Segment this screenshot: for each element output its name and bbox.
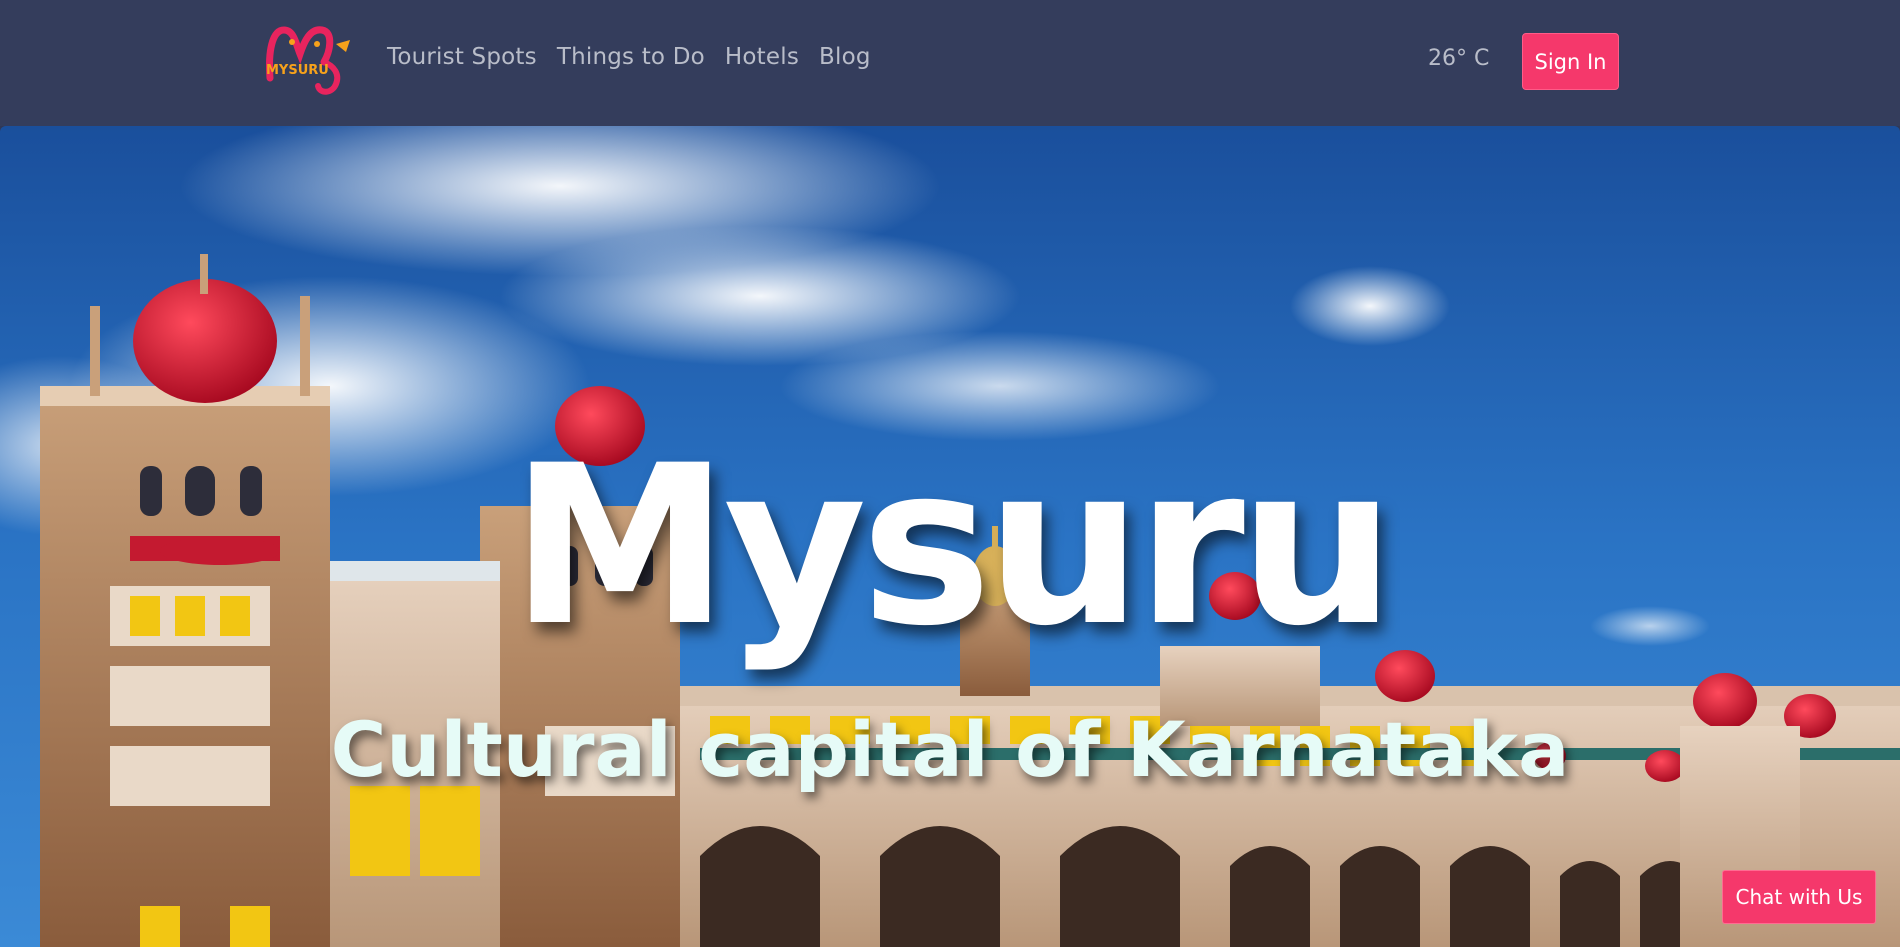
top-navbar: MYSURU Tourist Spots Things to Do Hotels… bbox=[0, 0, 1900, 126]
nav-link-blog[interactable]: Blog bbox=[819, 44, 871, 70]
hero-subtitle: Cultural capital of Karnataka bbox=[330, 705, 1570, 794]
sign-in-button[interactable]: Sign In bbox=[1522, 33, 1619, 90]
hero-section: Mysuru Cultural capital of Karnataka bbox=[0, 126, 1900, 947]
nav-link-tourist-spots[interactable]: Tourist Spots bbox=[387, 44, 537, 70]
nav-link-hotels[interactable]: Hotels bbox=[725, 44, 799, 70]
logo-text: MYSURU bbox=[266, 63, 329, 78]
nav-link-things-to-do[interactable]: Things to Do bbox=[557, 44, 705, 70]
main-nav: Tourist Spots Things to Do Hotels Blog bbox=[387, 44, 871, 70]
logo-graphic: MYSURU bbox=[266, 26, 350, 95]
hero-title: Mysuru bbox=[510, 418, 1395, 674]
chat-with-us-button[interactable]: Chat with Us bbox=[1722, 870, 1876, 924]
temperature-readout: 26° C bbox=[1428, 46, 1490, 71]
mysuru-logo[interactable]: MYSURU bbox=[262, 22, 357, 98]
